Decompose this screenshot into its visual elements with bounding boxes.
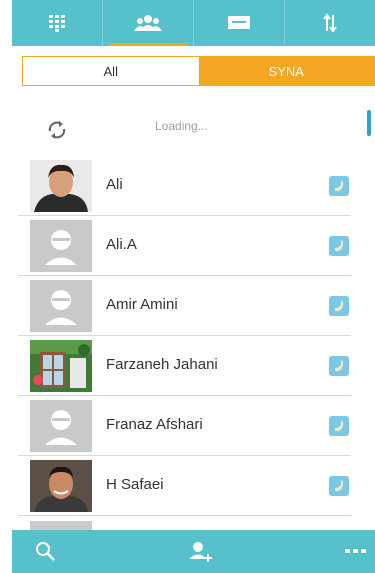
scrollbar[interactable] — [367, 110, 371, 136]
more-icon[interactable] — [345, 548, 367, 554]
segment-syna-button[interactable]: SYNA — [198, 57, 374, 85]
contact-row[interactable]: Amir Amini — [18, 276, 351, 336]
avatar — [30, 220, 92, 272]
avatar — [30, 340, 92, 392]
contact-row[interactable]: Ali — [18, 156, 351, 216]
syna-badge-icon — [329, 236, 349, 256]
avatar — [30, 160, 92, 212]
add-contact-icon[interactable] — [188, 540, 214, 564]
tab-contacts[interactable] — [102, 0, 193, 46]
avatar — [30, 400, 92, 452]
contact-name: H Safaei — [106, 476, 164, 493]
contact-name: Amir Amini — [106, 296, 178, 313]
contact-row[interactable]: Ali.A — [18, 216, 351, 276]
tab-messages[interactable] — [193, 0, 284, 46]
contacts-group-icon — [134, 15, 162, 31]
syna-badge-icon — [329, 416, 349, 436]
loading-text: Loading... — [155, 119, 208, 133]
tab-transfer[interactable] — [284, 0, 375, 46]
avatar — [30, 280, 92, 332]
top-tab-bar — [12, 0, 375, 46]
contact-name: Franaz Afshari — [106, 416, 203, 433]
bottom-action-bar — [12, 530, 375, 573]
filter-segmented-control: All SYNA — [22, 56, 375, 86]
contact-name: Farzaneh Jahani — [106, 356, 218, 373]
syna-badge-icon — [329, 296, 349, 316]
syna-badge-icon — [329, 176, 349, 196]
contact-row[interactable]: Franaz Afshari — [18, 396, 351, 456]
message-icon — [228, 16, 250, 29]
loading-row: Loading... — [0, 108, 375, 150]
contact-row[interactable]: Farzaneh Jahani — [18, 336, 351, 396]
contact-row[interactable]: H Safaei — [18, 456, 351, 516]
avatar — [30, 460, 92, 512]
refresh-icon[interactable] — [46, 120, 68, 140]
contact-list: Ali Ali.A Amir Amini Farzaneh Jahani Fra… — [18, 156, 351, 532]
syna-badge-icon — [329, 476, 349, 496]
search-icon[interactable] — [34, 540, 56, 562]
contact-name: Ali.A — [106, 236, 137, 253]
contact-name: Ali — [106, 176, 123, 193]
transfer-arrows-icon — [323, 13, 337, 33]
dialpad-icon — [49, 15, 65, 32]
segment-all-button[interactable]: All — [23, 57, 199, 85]
syna-badge-icon — [329, 356, 349, 376]
tab-dialpad[interactable] — [12, 0, 102, 46]
